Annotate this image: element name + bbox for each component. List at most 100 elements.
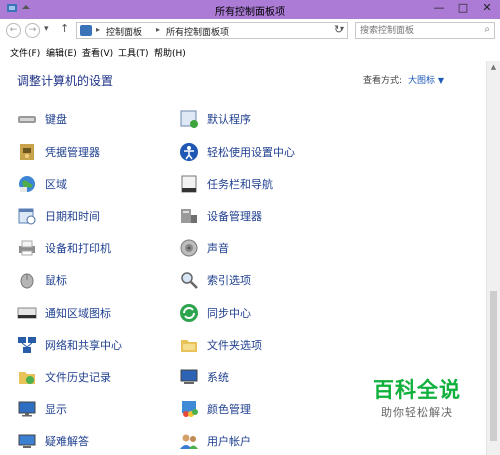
speaker-icon (179, 238, 199, 258)
folder-options-icon (179, 335, 199, 355)
search-input[interactable] (360, 24, 470, 37)
default-programs-icon (179, 109, 199, 129)
item-sound[interactable]: 声音 (179, 237, 229, 259)
refresh-icon[interactable]: ↻ (334, 23, 343, 36)
item-display[interactable]: 显示 (17, 398, 67, 420)
item-file-history[interactable]: 文件历史记录 (17, 366, 111, 388)
navigation-bar: ← → ▾ ↑ ▸ 控制面板 ▸ 所有控制面板项 ▾ ↻ ⌕ (0, 19, 500, 44)
item-label: 日期和时间 (45, 210, 100, 223)
breadcrumb-separator-icon[interactable]: ▸ (96, 25, 100, 34)
printer-icon (17, 238, 37, 258)
item-label: 键盘 (45, 113, 67, 126)
item-label: 疑难解答 (45, 435, 89, 448)
item-label: 同步中心 (207, 307, 251, 320)
menu-bar: 文件(F) 编辑(E) 查看(V) 工具(T) 帮助(H) (0, 43, 500, 62)
window-title: 所有控制面板项 (215, 7, 285, 18)
item-default-programs[interactable]: 默认程序 (179, 108, 251, 130)
menu-edit[interactable]: 编辑(E) (46, 46, 77, 59)
item-troubleshoot[interactable]: 疑难解答 (17, 430, 89, 452)
page-title: 调整计算机的设置 (17, 74, 114, 88)
minimize-button[interactable]: — (432, 2, 446, 14)
control-panel-window: 所有控制面板项 — □ ✕ ← → ▾ ↑ ▸ 控制面板 ▸ 所有控制面板项 ▾… (0, 0, 500, 455)
search-icon[interactable]: ⌕ (484, 24, 490, 35)
back-button[interactable]: ← (6, 23, 21, 38)
item-devices-printers[interactable]: 设备和打印机 (17, 237, 111, 259)
credential-manager-icon (17, 142, 37, 162)
item-label: 设备和打印机 (45, 242, 111, 255)
item-folder-options[interactable]: 文件夹选项 (179, 334, 262, 356)
mouse-icon (17, 270, 37, 290)
network-icon (17, 335, 37, 355)
region-globe-icon (17, 174, 37, 194)
title-bar: 所有控制面板项 — □ ✕ (0, 0, 500, 19)
item-mouse[interactable]: 鼠标 (17, 269, 67, 291)
file-history-icon (17, 367, 37, 387)
user-accounts-icon (179, 431, 199, 451)
breadcrumb-separator-icon[interactable]: ▸ (156, 25, 160, 34)
item-user-accounts[interactable]: 用户帐户 (179, 430, 251, 452)
item-label: 显示 (45, 403, 67, 416)
item-indexing-options[interactable]: 索引选项 (179, 269, 251, 291)
item-network-sharing[interactable]: 网络和共享中心 (17, 334, 122, 356)
menu-help[interactable]: 帮助(H) (154, 46, 186, 59)
device-manager-icon (179, 206, 199, 226)
control-panel-icon (80, 25, 92, 36)
forward-button[interactable]: → (25, 23, 40, 38)
taskbar-notification-icon (17, 303, 37, 323)
menu-file[interactable]: 文件(F) (10, 46, 40, 59)
item-label: 通知区域图标 (45, 307, 111, 320)
item-label: 系统 (207, 371, 229, 384)
view-by-dropdown[interactable]: 大图标 ▼ (408, 73, 444, 86)
item-label: 轻松使用设置中心 (207, 146, 295, 159)
item-keyboard[interactable]: 键盘 (17, 108, 67, 130)
item-credential-manager[interactable]: 凭据管理器 (17, 141, 100, 163)
menu-tools[interactable]: 工具(T) (118, 46, 149, 59)
item-label: 任务栏和导航 (207, 178, 273, 191)
taskbar-navigation-icon (179, 174, 199, 194)
recent-pages-dropdown[interactable]: ▾ (44, 24, 49, 34)
keyboard-icon (17, 109, 37, 129)
item-label: 文件历史记录 (45, 371, 111, 384)
vertical-scrollbar[interactable]: ▲ (486, 61, 500, 455)
color-management-icon (179, 399, 199, 419)
scroll-up-icon[interactable]: ▲ (487, 63, 500, 71)
item-color-management[interactable]: 颜色管理 (179, 398, 251, 420)
search-box[interactable]: ⌕ (355, 22, 495, 39)
ease-of-access-icon (179, 142, 199, 162)
address-bar[interactable]: ▸ 控制面板 ▸ 所有控制面板项 ▾ (76, 22, 348, 39)
indexing-magnifier-icon (179, 270, 199, 290)
view-by-value: 大图标 (408, 76, 436, 86)
item-label: 用户帐户 (207, 435, 251, 448)
breadcrumb-control-panel[interactable]: 控制面板 (106, 25, 142, 38)
maximize-button[interactable]: □ (456, 2, 470, 14)
watermark-subtitle: 助你轻松解决 (381, 406, 453, 419)
item-label: 鼠标 (45, 274, 67, 287)
item-label: 声音 (207, 242, 229, 255)
item-sync-center[interactable]: 同步中心 (179, 302, 251, 324)
up-button[interactable]: ↑ (60, 22, 69, 35)
breadcrumb-all-items[interactable]: 所有控制面板项 (166, 25, 229, 38)
scroll-thumb[interactable] (490, 291, 497, 441)
item-taskbar-navigation[interactable]: 任务栏和导航 (179, 173, 273, 195)
close-button[interactable]: ✕ (480, 2, 494, 14)
chevron-down-icon: ▼ (437, 76, 445, 85)
item-label: 默认程序 (207, 113, 251, 126)
item-system[interactable]: 系统 (179, 366, 229, 388)
item-label: 凭据管理器 (45, 146, 100, 159)
item-notification-icons[interactable]: 通知区域图标 (17, 302, 111, 324)
display-monitor-icon (17, 399, 37, 419)
item-label: 设备管理器 (207, 210, 262, 223)
item-label: 文件夹选项 (207, 339, 262, 352)
item-date-time[interactable]: 日期和时间 (17, 205, 100, 227)
watermark-title: 百科全说 (373, 378, 461, 402)
item-label: 区域 (45, 178, 67, 191)
sync-center-icon (179, 303, 199, 323)
menu-view[interactable]: 查看(V) (82, 46, 113, 59)
item-label: 网络和共享中心 (45, 339, 122, 352)
item-region[interactable]: 区域 (17, 173, 67, 195)
calendar-clock-icon (17, 206, 37, 226)
item-ease-of-access[interactable]: 轻松使用设置中心 (179, 141, 295, 163)
item-label: 颜色管理 (207, 403, 251, 416)
item-device-manager[interactable]: 设备管理器 (179, 205, 262, 227)
system-computer-icon (179, 367, 199, 387)
